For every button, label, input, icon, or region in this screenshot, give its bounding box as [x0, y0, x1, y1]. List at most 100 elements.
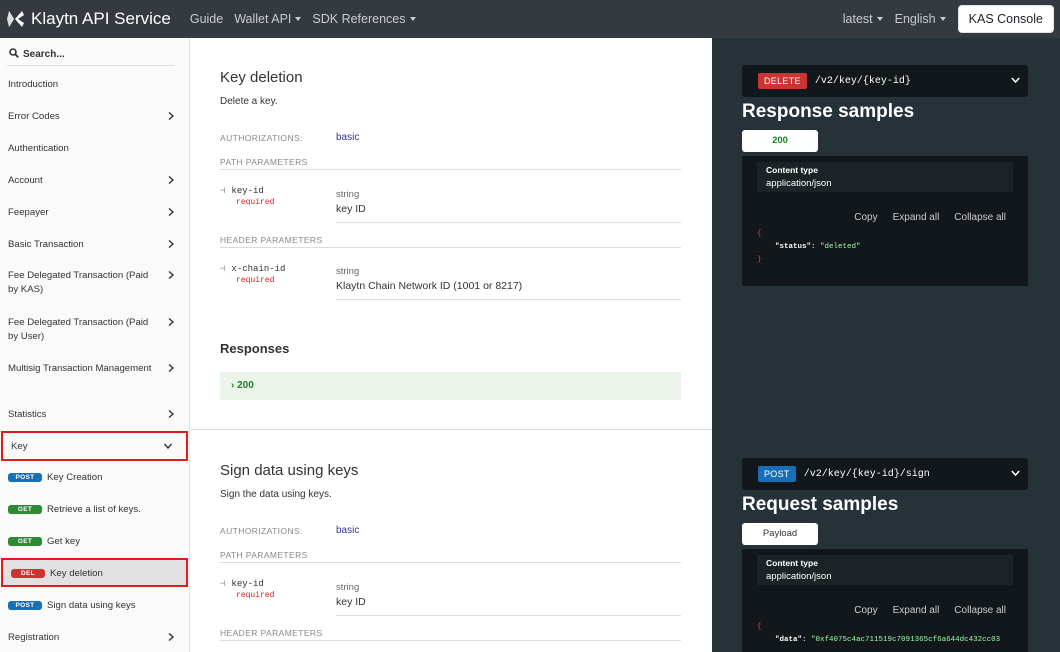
content-type-label: Content type [766, 165, 818, 175]
version-dropdown[interactable]: latest [843, 12, 883, 26]
sidebar: Introduction Error Codes Authentication … [0, 38, 190, 652]
sidebar-item-statistics[interactable]: Statistics [0, 408, 189, 422]
param-description: key ID [336, 596, 366, 608]
content-type-label: Content type [766, 558, 818, 568]
response-sample-panel: Content type application/json Copy Expan… [742, 156, 1028, 286]
response-200-toggle[interactable]: › 200 [220, 372, 681, 400]
response-code: 200 [237, 380, 254, 391]
sidebar-item-label: Introduction [8, 79, 59, 90]
top-navbar: Klaytn API Service Guide Wallet API SDK … [0, 0, 1060, 38]
sidebar-item-basic-transaction[interactable]: Basic Transaction [0, 238, 189, 252]
klaytn-logo-icon [7, 11, 24, 27]
chevron-right-icon [168, 318, 175, 326]
sidebar-item-label: Fee Delegated Transaction (Paid by User) [8, 317, 149, 342]
param-required: required [236, 276, 275, 285]
sidebar-item-label: Statistics [8, 409, 47, 420]
section-description: Sign the data using keys. [220, 489, 332, 500]
chevron-down-icon [1011, 470, 1020, 477]
kas-console-button[interactable]: KAS Console [957, 5, 1054, 33]
sidebar-item-label: Authentication [8, 143, 69, 154]
param-type: string [336, 582, 360, 593]
sidebar-item-label: Get key [47, 536, 81, 547]
nav-guide-link[interactable]: Guide [190, 12, 223, 26]
param-description: key ID [336, 203, 366, 215]
sidebar-item-retrieve-keys[interactable]: GET Retrieve a list of keys. [0, 503, 189, 517]
endpoint-path: /v2/key/{key-id}/sign [803, 468, 930, 480]
section-description: Delete a key. [220, 96, 278, 107]
param-name: ⊣ key-id [220, 186, 264, 196]
authorizations-link[interactable]: basic [336, 132, 359, 143]
nav-links: Guide Wallet API SDK References [190, 12, 427, 26]
endpoint-delete-key[interactable]: DELETE /v2/key/{key-id} [742, 65, 1028, 97]
nav-wallet-api-dropdown[interactable]: Wallet API [234, 12, 302, 26]
path-parameters-label: PATH PARAMETERS [220, 157, 681, 170]
param-connector-icon: ⊣ [220, 186, 226, 196]
divider [336, 299, 681, 300]
header-parameters-label: HEADER PARAMETERS [220, 628, 681, 641]
brace-open: { [757, 230, 762, 238]
sidebar-item-account[interactable]: Account [0, 174, 189, 188]
sidebar-item-authentication[interactable]: Authentication [0, 142, 189, 156]
sidebar-item-label: Sign data using keys [47, 600, 136, 611]
sidebar-item-sign-data[interactable]: POST Sign data using keys [0, 599, 189, 613]
endpoint-sign-data[interactable]: POST /v2/key/{key-id}/sign [742, 458, 1028, 490]
chevron-right-icon [168, 633, 175, 641]
sidebar-item-label: Feepayer [8, 207, 49, 218]
chevron-right-icon [168, 176, 175, 184]
sidebar-item-key-deletion[interactable]: DEL Key deletion [1, 558, 188, 587]
chevron-down-icon [1011, 77, 1020, 84]
sidebar-item-fee-delegated-kas[interactable]: Fee Delegated Transaction (Paid by KAS) [0, 269, 189, 297]
param-connector-icon: ⊣ [220, 579, 226, 589]
sidebar-item-fee-delegated-user[interactable]: Fee Delegated Transaction (Paid by User) [0, 316, 189, 344]
sidebar-item-error-codes[interactable]: Error Codes [0, 110, 189, 124]
language-dropdown[interactable]: English [895, 12, 946, 26]
response-samples-title: Response samples [742, 101, 915, 122]
chevron-right-icon: › [231, 380, 235, 391]
sidebar-item-label: Account [8, 175, 43, 186]
version-label: latest [842, 12, 873, 26]
caret-down-icon [295, 17, 302, 21]
copy-button[interactable]: Copy [854, 605, 877, 616]
sidebar-item-key[interactable]: Key [1, 431, 188, 461]
param-required: required [236, 591, 275, 600]
chevron-right-icon [168, 364, 175, 372]
authorizations-link[interactable]: basic [336, 525, 359, 536]
sidebar-item-feepayer[interactable]: Feepayer [0, 206, 189, 220]
divider [336, 615, 681, 616]
path-parameters-label: PATH PARAMETERS [220, 550, 681, 563]
sidebar-item-key-creation[interactable]: POST Key Creation [0, 471, 189, 485]
nav-sdk-references-dropdown[interactable]: SDK References [312, 12, 416, 26]
search-input[interactable] [7, 42, 174, 66]
collapse-all-button[interactable]: Collapse all [954, 212, 1006, 223]
section-title: Key deletion [220, 69, 303, 86]
nav-sdk-references-label: SDK References [312, 12, 406, 26]
brand[interactable]: Klaytn API Service [6, 9, 171, 29]
sidebar-item-get-key[interactable]: GET Get key [0, 535, 189, 549]
sidebar-item-introduction[interactable]: Introduction [0, 78, 189, 92]
sidebar-item-registration[interactable]: Registration [0, 631, 189, 645]
section-title: Sign data using keys [220, 462, 359, 479]
nav-wallet-api-label: Wallet API [234, 12, 292, 26]
expand-all-button[interactable]: Expand all [893, 212, 940, 223]
sidebar-item-label: Key Creation [47, 472, 103, 483]
sidebar-item-label: Retrieve a list of keys. [47, 504, 141, 515]
content-type-value: application/json [766, 571, 832, 582]
delete-method-badge: DELETE [758, 73, 807, 89]
copy-button[interactable]: Copy [854, 212, 877, 223]
param-name-text: key-id [231, 579, 264, 589]
get-method-badge: GET [8, 504, 42, 514]
header-parameters-label: HEADER PARAMETERS [220, 235, 681, 248]
expand-all-button[interactable]: Expand all [893, 605, 940, 616]
json-value: "deleted" [820, 243, 861, 251]
brace-close: } [757, 256, 762, 264]
request-tab-payload[interactable]: Payload [742, 523, 818, 545]
divider [336, 222, 681, 223]
response-tab-200[interactable]: 200 [742, 130, 818, 152]
collapse-all-button[interactable]: Collapse all [954, 605, 1006, 616]
sample-toolbar: Copy Expand all Collapse all [839, 605, 1006, 616]
request-sample-panel: Content type application/json Copy Expan… [742, 549, 1028, 652]
param-name: ⊣ x-chain-id [220, 264, 285, 274]
samples-panel: DELETE /v2/key/{key-id} Response samples… [712, 38, 1060, 652]
sidebar-item-multisig[interactable]: Multisig Transaction Management [0, 362, 189, 376]
chevron-right-icon [168, 240, 175, 248]
